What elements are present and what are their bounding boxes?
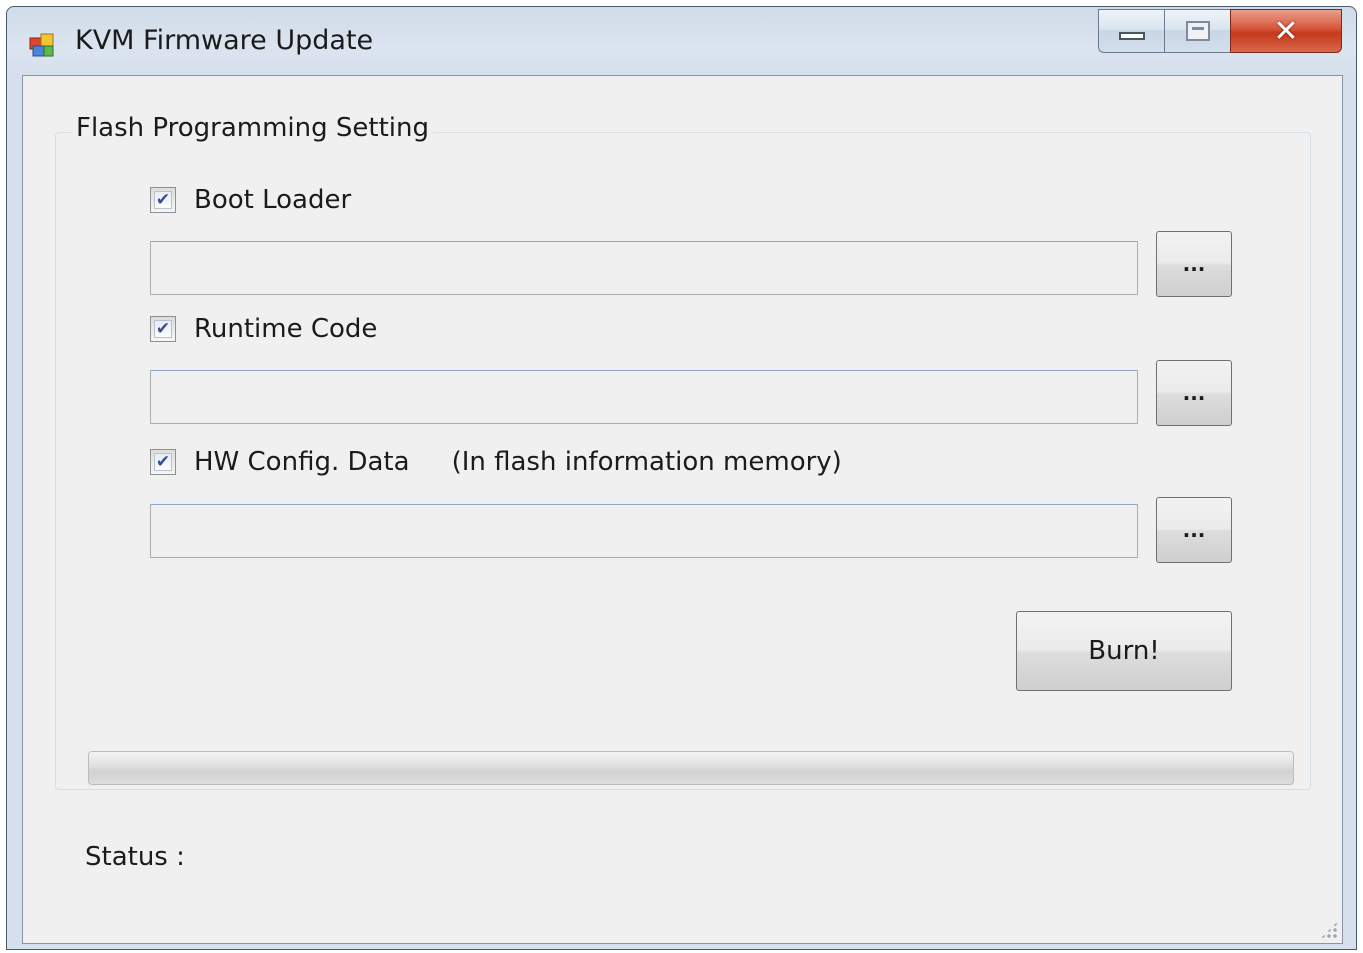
app-window-icon [29,33,54,57]
window-title: KVM Firmware Update [75,25,374,56]
runtime-code-checkbox[interactable]: ✔ [150,316,176,342]
minimize-icon [1118,32,1145,40]
maximize-icon [1185,21,1210,41]
checkmark-icon: ✔ [154,189,172,210]
progress-bar [88,751,1294,785]
minimize-button[interactable] [1098,9,1164,53]
burn-button[interactable]: Burn! [1016,611,1232,691]
hw-config-checkbox-row[interactable]: ✔ HW Config. Data (In flash information … [150,447,842,477]
caption-buttons: ✕ [1098,9,1342,55]
resize-grip-icon[interactable] [1320,921,1338,939]
status-label: Status : [85,842,185,872]
hw-config-path-input[interactable] [150,504,1138,558]
close-icon: ✕ [1273,13,1299,49]
maximize-button[interactable] [1164,9,1230,53]
boot-loader-checkbox-row[interactable]: ✔ Boot Loader [150,185,351,215]
boot-loader-path-input[interactable] [150,241,1138,295]
boot-loader-checkbox[interactable]: ✔ [150,187,176,213]
app-window: KVM Firmware Update ✕ Flash Programming … [6,6,1357,950]
hw-config-note: (In flash information memory) [451,447,842,477]
boot-loader-browse-button[interactable]: ... [1156,231,1232,297]
checkmark-icon: ✔ [154,318,172,339]
runtime-code-path-input[interactable] [150,370,1138,424]
title-bar[interactable]: KVM Firmware Update ✕ [7,7,1356,75]
hw-config-checkbox[interactable]: ✔ [150,449,176,475]
boot-loader-label: Boot Loader [194,185,352,215]
groupbox-legend: Flash Programming Setting [72,113,433,143]
hw-config-label: HW Config. Data [194,447,410,477]
runtime-code-label: Runtime Code [194,314,378,344]
client-area: Flash Programming Setting ✔ Boot Loader … [22,75,1343,944]
close-button[interactable]: ✕ [1230,9,1342,53]
flash-programming-groupbox: Flash Programming Setting ✔ Boot Loader … [55,113,1311,790]
hw-config-browse-button[interactable]: ... [1156,497,1232,563]
runtime-code-browse-button[interactable]: ... [1156,360,1232,426]
runtime-code-checkbox-row[interactable]: ✔ Runtime Code [150,314,377,344]
checkmark-icon: ✔ [154,451,172,472]
